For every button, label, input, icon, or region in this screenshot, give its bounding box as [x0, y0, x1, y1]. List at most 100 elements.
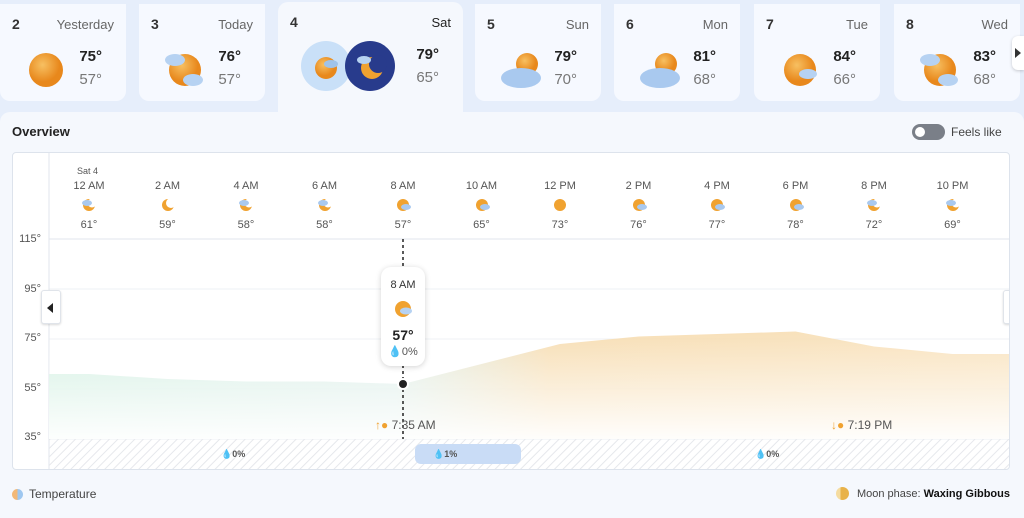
hour-temp-label: 78° [787, 219, 804, 231]
night-cloudy-icon [82, 198, 97, 211]
hour-temp-label: 61° [80, 219, 98, 231]
precip-value: 0% [766, 449, 780, 459]
day-card-sat-selected[interactable]: 4 Sat 79° 65° [278, 2, 463, 114]
hour-time-label: 8 AM [390, 180, 416, 192]
hour-time-label: 2 PM [625, 180, 652, 192]
day-card-tue[interactable]: 7 Tue 84° 66° [754, 4, 880, 101]
tooltip-precip-value: 0% [401, 346, 418, 358]
chart-next-button[interactable] [1003, 290, 1009, 324]
sun-icon [554, 199, 566, 211]
sunset-label: ↓● 7:19 PM [831, 418, 892, 432]
day-number: 8 [906, 16, 914, 32]
cloudy-sun-icon [501, 53, 541, 88]
sunset-icon: ↓● [831, 418, 845, 432]
y-tick: 95° [24, 283, 41, 295]
day-name: Today [218, 17, 253, 32]
hour-temp-label: 58° [316, 219, 333, 231]
chart-date-label: Sat 4 [77, 166, 99, 176]
selected-precip-pill[interactable] [415, 444, 521, 464]
temperature-legend-label: Temperature [29, 487, 97, 501]
low-temp: 66° [833, 71, 856, 88]
sunset-time: 7:19 PM [847, 418, 893, 432]
hour-temp-label: 76° [630, 219, 647, 231]
partly-cloudy-icon [784, 54, 817, 86]
hourly-chart: Sat 4 12 AM 61° 2 AM 59° 4 AM 58° 6 AM 58° 8 AM 5… [12, 152, 1010, 470]
high-temp: 79° [416, 46, 439, 63]
feels-like-toggle[interactable] [912, 124, 945, 140]
day-name: Sat [431, 15, 451, 30]
next-days-button[interactable] [1012, 36, 1024, 70]
moon-phase-prefix: Moon phase: [856, 488, 924, 500]
cloudy-sun-icon [640, 53, 680, 88]
sunrise-time: 7:35 AM [391, 418, 436, 432]
precip-label: 💧0% [755, 449, 780, 459]
hour-time-label: 10 AM [465, 180, 498, 192]
partly-cloudy-icon [397, 199, 411, 211]
night-cloudy-icon [945, 198, 960, 211]
y-tick: 35° [24, 431, 41, 443]
hour-temp-label: 73° [551, 219, 569, 231]
day-card-yesterday[interactable]: 2 Yesterday 75° 57° [0, 4, 126, 101]
selected-point[interactable] [397, 378, 409, 390]
partly-cloudy-icon [475, 199, 490, 211]
hour-time-label: 8 PM [861, 180, 887, 192]
night-cloudy-icon [239, 198, 254, 211]
precip-value: 1% [444, 449, 458, 459]
high-temp: 84° [833, 48, 856, 65]
moon-phase: Moon phase: Waxing Gibbous [835, 487, 1010, 500]
hour-time-label: 6 AM [311, 180, 338, 192]
partly-cloudy-icon [711, 199, 725, 211]
day-name: Mon [702, 17, 728, 32]
sun-icon [29, 53, 63, 87]
day-name: Wed [981, 17, 1009, 32]
hour-temp-label: 72° [865, 219, 883, 231]
moon-icon [161, 198, 176, 211]
day-card-mon[interactable]: 6 Mon 81° 68° [614, 4, 740, 101]
precip-label: 💧0% [221, 449, 246, 459]
raindrop-icon: 💧 [388, 346, 402, 358]
precip-value: 0% [232, 449, 246, 459]
hour-temp-label: 58° [237, 219, 255, 231]
hour-time-label: 6 PM [782, 180, 809, 192]
hour-time-label: 10 PM [936, 180, 969, 192]
hour-temp-label: 77° [708, 219, 726, 231]
hour-time-label: 4 AM [233, 180, 259, 192]
day-name: Sun [565, 17, 589, 32]
sunrise-icon: ↑● [375, 418, 389, 432]
y-tick: 55° [24, 382, 41, 394]
partly-cloudy-icon [395, 301, 412, 317]
night-cloudy-icon [867, 198, 882, 211]
high-temp: 75° [79, 48, 102, 65]
low-temp: 70° [554, 71, 577, 88]
precip-band [49, 439, 1009, 469]
day-card-wed[interactable]: 8 Wed 83° 68° [894, 4, 1020, 101]
partly-cloudy-icon [165, 54, 203, 86]
low-temp: 57° [79, 71, 102, 88]
high-temp: 81° [693, 48, 716, 65]
day-number: 5 [487, 16, 495, 32]
hour-temp-label: 59° [159, 219, 176, 231]
day-name: Yesterday [56, 17, 114, 32]
tooltip-time: 8 AM [390, 279, 416, 291]
low-temp: 68° [693, 71, 716, 88]
partly-cloudy-icon [789, 199, 804, 211]
partly-cloudy-icon [920, 54, 958, 86]
day-card-today[interactable]: 3 Today 76° 57° [139, 4, 265, 101]
night-cloudy-icon [317, 198, 332, 211]
sunrise-label: ↑● 7:35 AM [375, 418, 436, 432]
chart-prev-button[interactable] [41, 290, 61, 324]
y-tick: 115° [19, 233, 41, 245]
hour-temp-label: 57° [394, 219, 412, 231]
hour-time-label: 4 PM [704, 180, 730, 192]
day-card-sun[interactable]: 5 Sun 79° 70° [475, 4, 601, 101]
hour-time-label: 2 AM [154, 180, 181, 192]
low-temp: 65° [416, 69, 439, 86]
day-number: 4 [290, 14, 298, 30]
tooltip-precip: 💧0% [381, 345, 425, 358]
day-number: 2 [12, 16, 20, 32]
hour-temp-label: 69° [944, 219, 961, 231]
temperature-legend-icon [12, 489, 23, 500]
moon-phase-value: Waxing Gibbous [923, 488, 1010, 500]
tooltip-temp: 57° [392, 327, 414, 343]
hour-time-label: 12 AM [73, 180, 105, 192]
